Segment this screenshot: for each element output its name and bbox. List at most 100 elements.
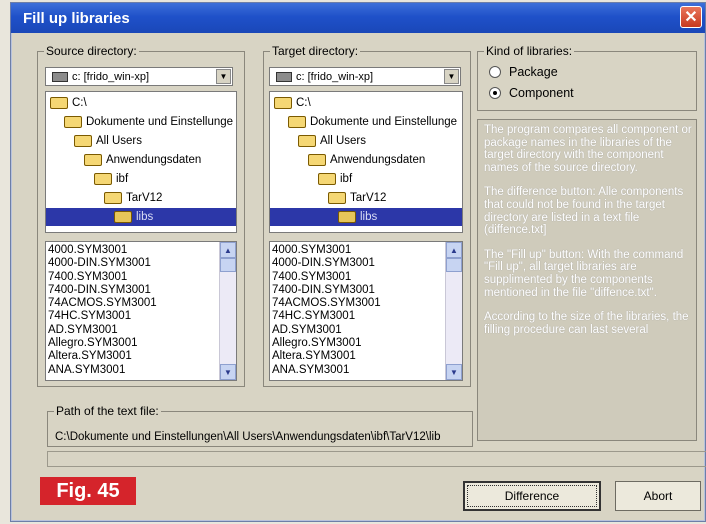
folder-tree-item[interactable]: C:\ <box>46 94 236 112</box>
path-label: Path of the text file: <box>54 404 161 418</box>
folder-icon <box>274 97 292 109</box>
folder-name: Anwendungsdaten <box>106 154 202 166</box>
folder-name: ibf <box>340 173 353 185</box>
radio-component-label: Component <box>509 86 574 100</box>
path-value: C:\Dokumente und Einstellungen\All Users… <box>55 431 441 443</box>
scroll-down-icon[interactable]: ▼ <box>446 364 462 380</box>
radio-package[interactable]: Package <box>489 65 558 79</box>
file-list-item[interactable]: 4000-DIN.SYM3001 <box>48 257 157 270</box>
scroll-thumb[interactable] <box>446 258 462 272</box>
target-file-scrollbar[interactable]: ▲ ▼ <box>445 242 462 380</box>
folder-icon <box>308 154 326 166</box>
folder-name: TarV12 <box>126 192 163 204</box>
source-file-scrollbar[interactable]: ▲ ▼ <box>219 242 236 380</box>
folder-name: ibf <box>116 173 129 185</box>
folder-icon <box>338 211 356 223</box>
folder-tree-item[interactable]: TarV12 <box>270 189 462 207</box>
abort-button[interactable]: Abort <box>615 481 701 511</box>
file-list-item[interactable]: 7400-DIN.SYM3001 <box>272 284 381 297</box>
drive-icon <box>276 71 292 82</box>
file-list-item[interactable]: ANA.SYM3001 <box>272 364 381 377</box>
folder-name: C:\ <box>72 97 87 109</box>
folder-name: libs <box>360 211 378 223</box>
file-list-item[interactable]: Allegro.SYM3001 <box>48 337 157 350</box>
folder-tree-item[interactable]: ibf <box>270 170 462 188</box>
folder-icon <box>50 97 68 109</box>
folder-icon <box>114 211 132 223</box>
folder-tree-item[interactable]: TarV12 <box>46 189 236 207</box>
file-list-item[interactable]: 74HC.SYM3001 <box>48 310 157 323</box>
info-paragraph: According to the size of the libraries, … <box>484 311 689 336</box>
file-list-item[interactable]: AD.SYM3001 <box>272 324 381 337</box>
source-drive-select[interactable]: c: [frido_win-xp] ▼ <box>45 67 233 86</box>
chevron-down-icon[interactable]: ▼ <box>216 69 231 84</box>
target-drive-select[interactable]: c: [frido_win-xp] ▼ <box>269 67 461 86</box>
folder-icon <box>84 154 102 166</box>
target-files: 4000.SYM3001 4000-DIN.SYM3001 7400.SYM3001… <box>272 244 381 377</box>
file-list-item[interactable]: 74HC.SYM3001 <box>272 310 381 323</box>
folder-name: All Users <box>320 135 367 147</box>
file-list-item[interactable]: 74ACMOS.SYM3001 <box>48 297 157 310</box>
file-list-item[interactable]: Allegro.SYM3001 <box>272 337 381 350</box>
scroll-down-icon[interactable]: ▼ <box>220 364 236 380</box>
folder-tree-item[interactable]: ibf <box>46 170 236 188</box>
file-list-item[interactable]: 4000-DIN.SYM3001 <box>272 257 381 270</box>
folder-tree-item[interactable]: Dokumente und Einstellunge <box>46 113 236 131</box>
folder-tree-item[interactable]: C:\ <box>270 94 462 112</box>
folder-tree-item[interactable]: libs <box>270 208 462 226</box>
file-list-item[interactable]: AD.SYM3001 <box>48 324 157 337</box>
radio-component[interactable]: Component <box>489 86 574 100</box>
scroll-thumb[interactable] <box>220 258 236 272</box>
radio-button-icon[interactable] <box>489 66 501 78</box>
progress-bar <box>47 451 706 467</box>
folder-name: C:\ <box>296 97 311 109</box>
target-file-list[interactable]: 4000.SYM3001 4000-DIN.SYM3001 7400.SYM3001… <box>269 241 463 381</box>
file-list-item[interactable]: 74ACMOS.SYM3001 <box>272 297 381 310</box>
folder-tree-item[interactable]: libs <box>46 208 236 226</box>
kind-of-libraries-label: Kind of libraries: <box>484 44 575 58</box>
file-list-item[interactable]: Altera.SYM3001 <box>48 350 157 363</box>
folder-tree-item[interactable]: Anwendungsdaten <box>46 151 236 169</box>
file-list-item[interactable]: 7400-DIN.SYM3001 <box>48 284 157 297</box>
source-folder-tree[interactable]: C:\ Dokumente und Einstellunge All Users An… <box>45 91 237 233</box>
chevron-down-icon[interactable]: ▼ <box>444 69 459 84</box>
target-folder-tree[interactable]: C:\ Dokumente und Einstellunge All Users An… <box>269 91 463 233</box>
folder-name: All Users <box>96 135 143 147</box>
source-file-list[interactable]: 4000.SYM3001 4000-DIN.SYM3001 7400.SYM3001… <box>45 241 237 381</box>
file-list-item[interactable]: 4000.SYM3001 <box>48 244 157 257</box>
source-directory-label: Source directory: <box>44 44 139 58</box>
file-list-item[interactable]: 7400.SYM3001 <box>48 271 157 284</box>
info-paragraph: The difference button: Alle components t… <box>484 186 684 237</box>
folder-icon <box>64 116 82 128</box>
description-panel: The program compares all component or pa… <box>477 119 697 441</box>
file-list-item[interactable]: 7400.SYM3001 <box>272 271 381 284</box>
folder-tree-item[interactable]: All Users <box>270 132 462 150</box>
target-drive-value: c: [frido_win-xp] <box>296 70 374 83</box>
scroll-up-icon[interactable]: ▲ <box>446 242 462 258</box>
folder-tree-item[interactable]: Anwendungsdaten <box>270 151 462 169</box>
figure-label: Fig. 45 <box>40 477 136 505</box>
folder-tree-item[interactable]: All Users <box>46 132 236 150</box>
radio-button-checked-icon[interactable] <box>489 87 501 99</box>
folder-icon <box>318 173 336 185</box>
folder-name: Anwendungsdaten <box>330 154 426 166</box>
source-files: 4000.SYM3001 4000-DIN.SYM3001 7400.SYM3001… <box>48 244 157 377</box>
folder-name: libs <box>136 211 154 223</box>
info-paragraph: The "Fill up" button: With the command "… <box>484 248 684 299</box>
file-list-item[interactable]: ANA.SYM3001 <box>48 364 157 377</box>
drive-icon <box>52 71 68 82</box>
difference-button[interactable]: Difference <box>463 481 601 511</box>
close-button[interactable]: ✕ <box>680 6 702 28</box>
folder-icon <box>288 116 306 128</box>
folder-tree-item[interactable]: Dokumente und Einstellunge <box>270 113 462 131</box>
scroll-up-icon[interactable]: ▲ <box>220 242 236 258</box>
title-bar: Fill up libraries <box>11 3 705 33</box>
folder-icon <box>104 192 122 204</box>
folder-name: Dokumente und Einstellunge <box>310 116 458 128</box>
file-list-item[interactable]: 4000.SYM3001 <box>272 244 381 257</box>
kind-of-libraries-group: Kind of libraries: <box>477 44 697 111</box>
folder-icon <box>328 192 346 204</box>
folder-name: Dokumente und Einstellunge <box>86 116 234 128</box>
file-list-item[interactable]: Altera.SYM3001 <box>272 350 381 363</box>
folder-icon <box>298 135 316 147</box>
